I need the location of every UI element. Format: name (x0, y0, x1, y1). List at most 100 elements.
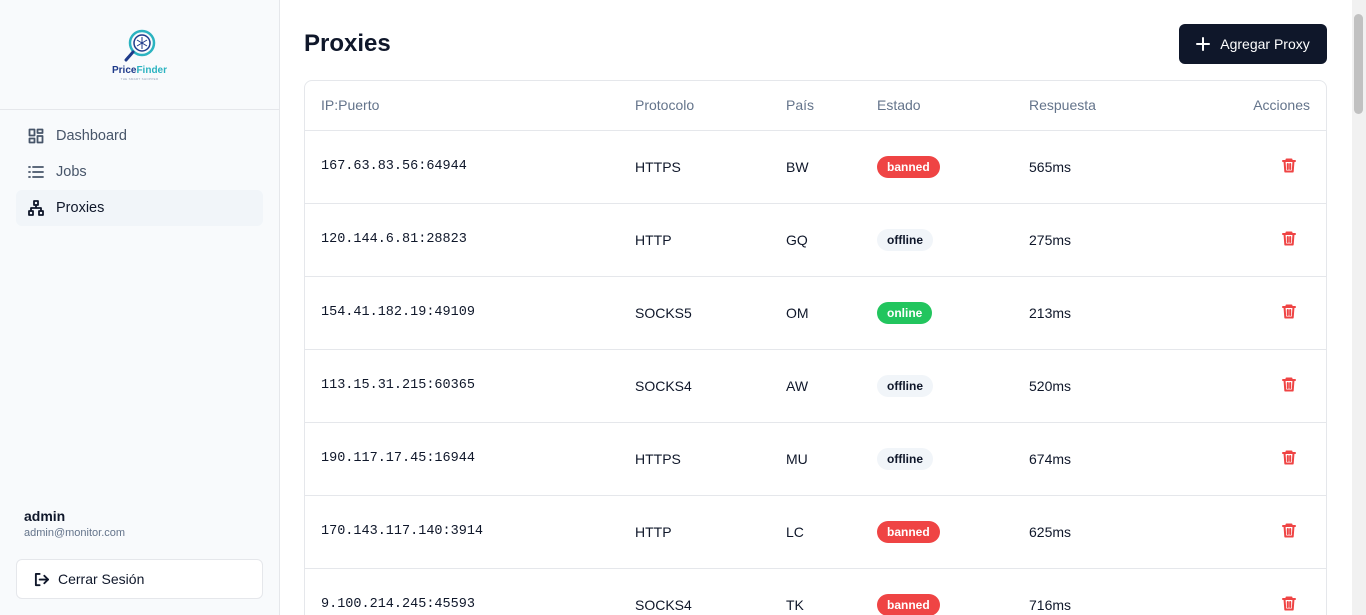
proxy-protocol: HTTP (635, 203, 786, 277)
trash-icon (1282, 523, 1296, 538)
table-row: 170.143.117.140:3914 HTTP LC banned 625ms (305, 495, 1326, 569)
table-row: 154.41.182.19:49109 SOCKS5 OM online 213ms (305, 276, 1326, 350)
proxy-protocol: SOCKS4 (635, 568, 786, 615)
logout-icon (34, 572, 49, 586)
page-title: Proxies (304, 30, 391, 57)
proxy-country: LC (786, 495, 877, 569)
table-row: 190.117.17.45:16944 HTTPS MU offline 674ms (305, 422, 1326, 496)
proxy-actions (1199, 495, 1326, 569)
logout-button[interactable]: Cerrar Sesión (16, 559, 263, 599)
column-header-response[interactable]: Respuesta (1029, 81, 1199, 131)
proxy-ip: 170.143.117.140:3914 (305, 495, 635, 569)
brand-name-part2: Finder (136, 65, 168, 76)
status-badge: banned (877, 593, 940, 615)
table-header-row: IP:Puerto Protocolo País Estado Respuest… (305, 81, 1326, 131)
add-proxy-label: Agregar Proxy (1220, 36, 1310, 52)
status-badge: offline (877, 447, 933, 470)
proxy-country: OM (786, 276, 877, 350)
table-row: 9.100.214.245:45593 SOCKS4 TK banned 716ms (305, 568, 1326, 615)
proxy-protocol: HTTP (635, 495, 786, 569)
delete-proxy-button[interactable] (1281, 595, 1297, 611)
proxy-country: BW (786, 130, 877, 204)
sidebar-item-jobs[interactable]: Jobs (16, 154, 263, 190)
sidebar-item-dashboard[interactable]: Dashboard (16, 118, 263, 154)
status-badge: online (877, 301, 933, 324)
trash-icon (1282, 450, 1296, 465)
proxy-ip: 154.41.182.19:49109 (305, 276, 635, 350)
proxy-status-cell: offline (877, 422, 1029, 496)
trash-icon (1282, 377, 1296, 392)
column-header-status[interactable]: Estado (877, 81, 1029, 131)
delete-proxy-button[interactable] (1281, 157, 1297, 173)
proxy-protocol: HTTPS (635, 130, 786, 204)
proxy-protocol: SOCKS4 (635, 349, 786, 423)
delete-proxy-button[interactable] (1281, 449, 1297, 465)
status-badge: offline (877, 228, 933, 251)
status-badge: offline (877, 374, 933, 397)
proxy-status-cell: banned (877, 568, 1029, 615)
proxy-actions (1199, 203, 1326, 277)
status-badge: banned (877, 155, 940, 178)
trash-icon (1282, 596, 1296, 611)
table-row: 113.15.31.215:60365 SOCKS4 AW offline 520ms (305, 349, 1326, 423)
logo[interactable]: PriceFinder THE SMART SHOPPER (0, 0, 279, 110)
brand-name: PriceFinder (112, 65, 167, 76)
add-proxy-button[interactable]: Agregar Proxy (1179, 24, 1327, 64)
proxy-status-cell: banned (877, 495, 1029, 569)
scrollbar-thumb[interactable] (1354, 14, 1363, 114)
proxy-actions (1199, 349, 1326, 423)
magnifier-logo-icon (124, 29, 155, 62)
proxy-country: TK (786, 568, 877, 615)
proxy-country: AW (786, 349, 877, 423)
proxy-response: 565ms (1029, 130, 1199, 204)
user-email: admin@monitor.com (24, 527, 126, 539)
proxy-actions (1199, 422, 1326, 496)
proxy-ip: 167.63.83.56:64944 (305, 130, 635, 204)
list-icon (28, 166, 44, 178)
column-header-ip[interactable]: IP:Puerto (305, 81, 635, 131)
proxy-response: 275ms (1029, 203, 1199, 277)
sidebar: PriceFinder THE SMART SHOPPER Dashboard … (0, 0, 280, 615)
trash-icon (1282, 304, 1296, 319)
proxy-protocol: HTTPS (635, 422, 786, 496)
sidebar-item-label: Proxies (56, 200, 105, 216)
proxy-actions (1199, 568, 1326, 615)
proxy-country: MU (786, 422, 877, 496)
proxy-response: 625ms (1029, 495, 1199, 569)
proxy-protocol: SOCKS5 (635, 276, 786, 350)
delete-proxy-button[interactable] (1281, 522, 1297, 538)
proxy-ip: 190.117.17.45:16944 (305, 422, 635, 496)
proxy-status-cell: online (877, 276, 1029, 350)
dashboard-icon (28, 128, 44, 144)
sidebar-nav: Dashboard Jobs Proxies (0, 110, 279, 234)
brand-name-part1: Price (111, 65, 137, 76)
sidebar-item-proxies[interactable]: Proxies (16, 190, 263, 226)
proxy-response: 674ms (1029, 422, 1199, 496)
proxy-actions (1199, 130, 1326, 204)
user-info: admin admin@monitor.com (24, 508, 125, 539)
network-icon (28, 200, 44, 216)
proxy-ip: 120.144.6.81:28823 (305, 203, 635, 277)
delete-proxy-button[interactable] (1281, 230, 1297, 246)
proxies-table: IP:Puerto Protocolo País Estado Respuest… (304, 80, 1327, 615)
delete-proxy-button[interactable] (1281, 303, 1297, 319)
proxy-status-cell: offline (877, 203, 1029, 277)
trash-icon (1282, 158, 1296, 173)
sidebar-item-label: Jobs (56, 164, 87, 180)
proxy-response: 213ms (1029, 276, 1199, 350)
proxy-response: 716ms (1029, 568, 1199, 615)
column-header-actions: Acciones (1199, 81, 1326, 131)
logout-label: Cerrar Sesión (58, 571, 145, 587)
delete-proxy-button[interactable] (1281, 376, 1297, 392)
proxy-ip: 113.15.31.215:60365 (305, 349, 635, 423)
proxy-status-cell: offline (877, 349, 1029, 423)
brand-tagline: THE SMART SHOPPER (120, 77, 159, 81)
column-header-country[interactable]: País (786, 81, 877, 131)
trash-icon (1282, 231, 1296, 246)
main-content: Proxies Agregar Proxy IP:Puerto Protocol… (281, 0, 1352, 615)
column-header-protocol[interactable]: Protocolo (635, 81, 786, 131)
table-row: 120.144.6.81:28823 HTTP GQ offline 275ms (305, 203, 1326, 277)
page-scrollbar[interactable] (1352, 0, 1366, 615)
proxy-country: GQ (786, 203, 877, 277)
user-name: admin (24, 508, 66, 524)
